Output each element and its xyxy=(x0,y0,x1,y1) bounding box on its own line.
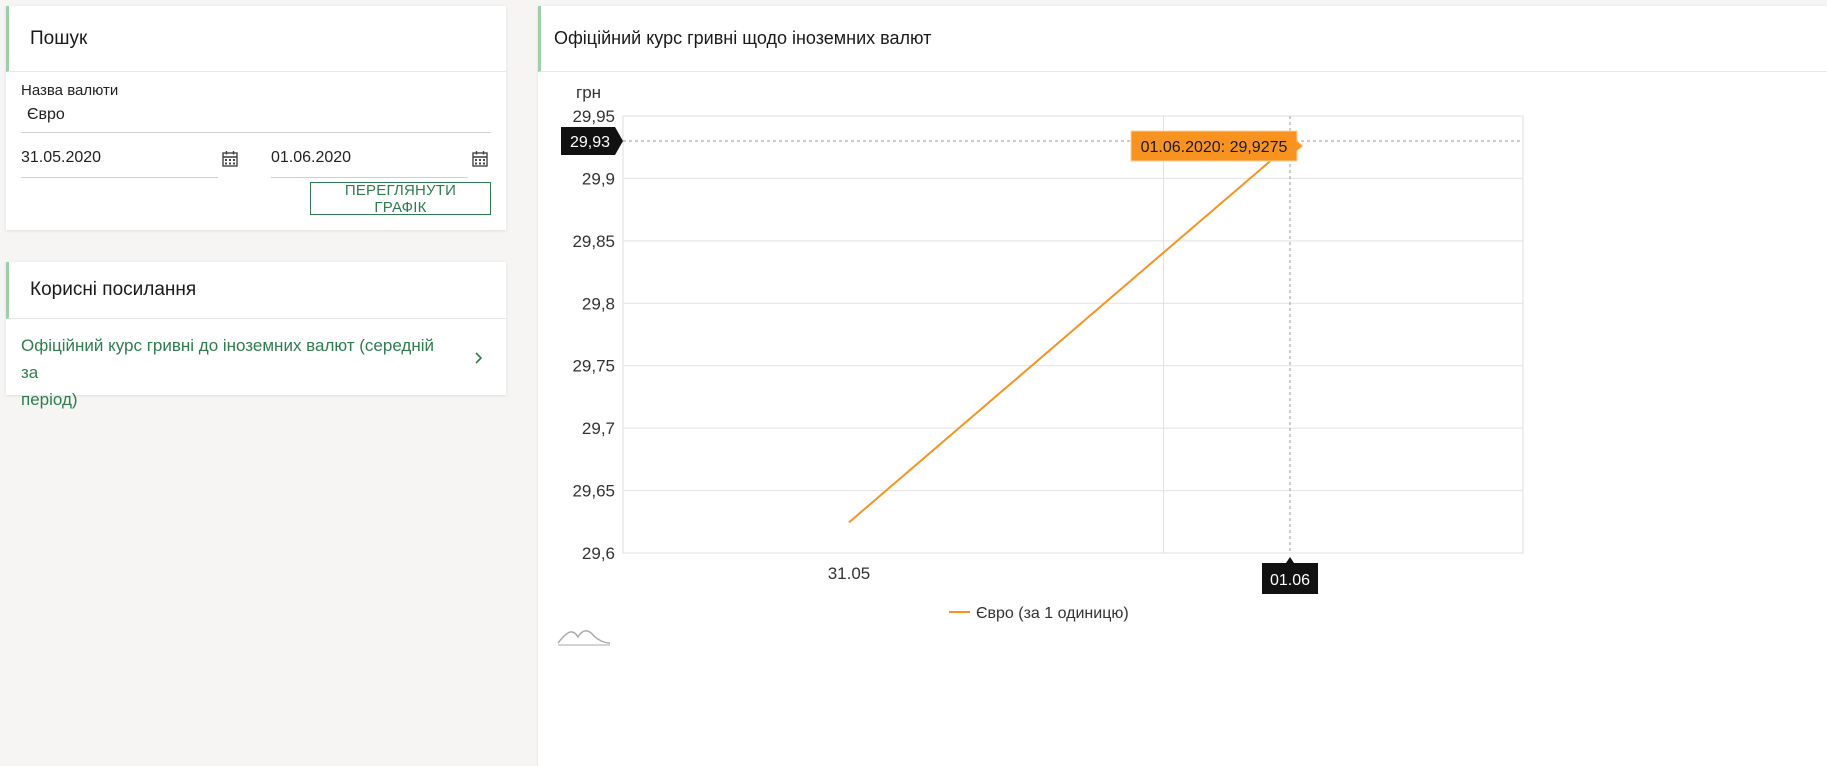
y-tick-label: 29,7 xyxy=(582,419,615,438)
view-chart-button[interactable]: ПЕРЕГЛЯНУТИ ГРАФІК xyxy=(310,182,491,216)
calendar-icon[interactable] xyxy=(471,150,489,168)
chevron-right-icon[interactable] xyxy=(473,351,485,365)
crosshair-x-label: 01.06 xyxy=(1270,572,1310,589)
useful-links-card: Корисні посилання Офіційний курс гривні … xyxy=(6,262,506,409)
tooltip-text: 01.06.2020: 29,9275 xyxy=(1141,139,1288,156)
useful-link-label[interactable]: Офіційний курс гривні до іноземних валют… xyxy=(21,332,451,413)
plot-area-border xyxy=(622,115,1524,554)
y-tick-label: 29,9 xyxy=(582,169,615,188)
currency-select[interactable]: Євро xyxy=(21,106,491,133)
currency-label: Назва валюти xyxy=(21,82,119,99)
calendar-icon[interactable] xyxy=(221,150,239,168)
y-tick-label: 29,8 xyxy=(582,294,615,313)
series-line-euro xyxy=(848,143,1291,524)
useful-link-item[interactable]: Офіційний курс гривні до іноземних валют… xyxy=(6,319,506,409)
x-tick-label: 31.05 xyxy=(828,564,871,583)
y-tick-label: 29,85 xyxy=(572,232,615,251)
y-tick-label: 29,6 xyxy=(582,544,615,563)
chart-card: Офіційний курс гривні щодо іноземних вал… xyxy=(538,6,1827,766)
exchange-rate-chart: 29,6 29,65 29,7 29,75 29,8 29,85 29,9 29,95 грн 3… xyxy=(557,83,1524,646)
search-title: Пошук xyxy=(6,6,506,72)
date-to-field[interactable]: 01.06.2020 xyxy=(271,149,468,178)
legend-label-euro: Євро (за 1 одиницю) xyxy=(976,605,1129,622)
y-tick-label: 29,65 xyxy=(572,482,615,501)
y-tick-label: 29,75 xyxy=(572,357,615,376)
useful-links-title: Корисні посилання xyxy=(6,262,506,319)
date-to-value: 01.06.2020 xyxy=(271,149,352,166)
crosshair-y-label: 29,93 xyxy=(570,134,610,151)
y-axis-title: грн xyxy=(576,83,601,102)
date-from-value: 31.05.2020 xyxy=(21,149,102,166)
highcharts-logo-icon xyxy=(557,630,611,644)
search-card: Пошук Назва валюти Євро 31.05.2020 01.06… xyxy=(6,6,506,230)
y-tick-label: 29,95 xyxy=(572,107,615,126)
date-from-field[interactable]: 31.05.2020 xyxy=(21,149,218,178)
currency-value: Євро xyxy=(27,106,65,123)
